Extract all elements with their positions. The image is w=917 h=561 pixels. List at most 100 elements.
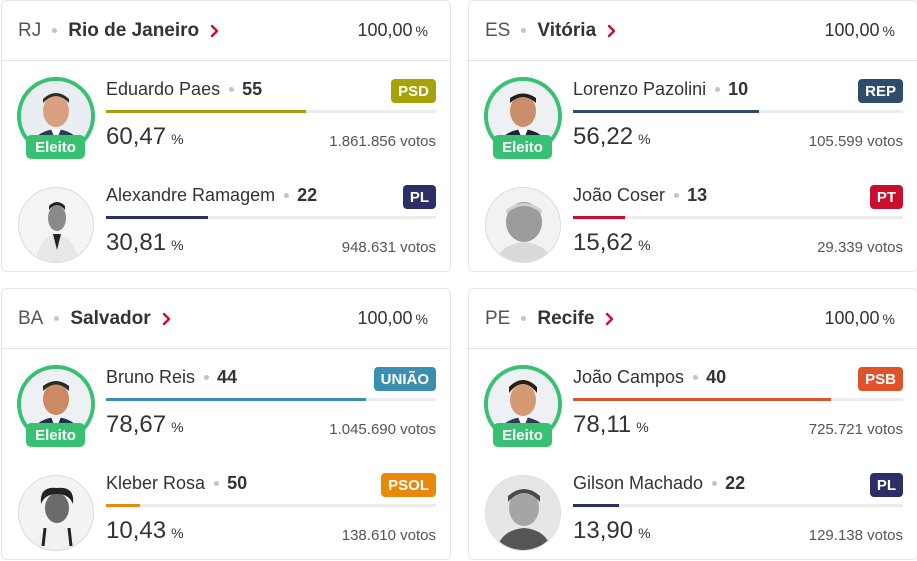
candidate-percent: 56,22% (573, 123, 651, 150)
separator-dot (52, 28, 58, 33)
party-badge: REP (858, 79, 903, 103)
candidate-percent: 13,90% (573, 517, 651, 544)
chevron-right-icon[interactable] (209, 24, 220, 38)
separator-dot (204, 375, 210, 380)
card-header[interactable]: ES Vitória 100,00% (469, 1, 917, 61)
vote-bar (573, 110, 903, 113)
vote-bar (573, 216, 903, 219)
elected-badge: Eleito (26, 135, 85, 159)
candidate-row: Eleito Eduardo Paes 55 PSD 60,47% 1.861.… (2, 73, 452, 173)
candidate-row: Alexandre Ramagem 22 PL 30,81% 948.631 v… (2, 179, 452, 279)
candidate-percent: 60,47% (106, 123, 184, 150)
candidate-number: 22 (297, 185, 318, 205)
counted-percent: 100,00% (824, 308, 895, 328)
candidate-number: 13 (687, 185, 708, 205)
candidate-name: João Coser (573, 185, 666, 205)
chevron-right-icon[interactable] (161, 312, 172, 326)
state-code: BA (18, 307, 44, 329)
state-code: PE (485, 307, 511, 329)
city-card-salvador: BA Salvador 100,00% Eleito Bruno Reis 44… (1, 288, 451, 560)
vote-bar-fill (106, 216, 208, 219)
separator-dot (521, 28, 527, 33)
separator-dot (54, 316, 60, 321)
card-header[interactable]: BA Salvador 100,00% (2, 289, 450, 349)
elected-badge: Eleito (26, 423, 85, 447)
vote-count: 105.599 votos (808, 133, 903, 150)
candidate-number: 10 (728, 79, 749, 99)
candidate-number: 50 (227, 473, 248, 493)
avatar (485, 475, 561, 551)
separator-dot (693, 375, 699, 380)
separator-dot (284, 193, 290, 198)
avatar (18, 187, 94, 263)
vote-bar (106, 216, 436, 219)
state-code: RJ (18, 19, 42, 41)
candidate-percent: 10,43% (106, 517, 184, 544)
candidate-row: Eleito Lorenzo Pazolini 10 REP 56,22% 10… (469, 73, 917, 173)
vote-count: 129.138 votos (808, 527, 903, 544)
vote-bar (106, 110, 436, 113)
vote-count: 725.721 votos (808, 421, 903, 438)
candidate-number: 44 (217, 367, 238, 387)
separator-dot (229, 87, 235, 92)
candidate-name: Bruno Reis (106, 367, 196, 387)
city-card-recife: PE Recife 100,00% Eleito João Campos 40 … (468, 288, 917, 560)
candidate-name: João Campos (573, 367, 685, 387)
candidate-number: 22 (725, 473, 746, 493)
party-badge: PSB (858, 367, 903, 391)
avatar (18, 475, 94, 551)
state-code: ES (485, 19, 511, 41)
party-badge: PL (402, 185, 436, 209)
counted-percent: 100,00% (357, 20, 428, 40)
vote-count: 29.339 votos (817, 239, 903, 256)
chevron-right-icon[interactable] (606, 24, 617, 38)
elected-badge: Eleito (493, 423, 552, 447)
party-badge: PSOL (381, 473, 436, 497)
counted-percent: 100,00% (357, 308, 428, 328)
candidate-name: Gilson Machado (573, 473, 704, 493)
candidate-number: 40 (706, 367, 727, 387)
candidate-row: Kleber Rosa 50 PSOL 10,43% 138.610 votos (2, 467, 452, 561)
vote-count: 1.861.856 votos (329, 133, 436, 150)
candidate-number: 55 (242, 79, 263, 99)
card-header[interactable]: RJ Rio de Janeiro 100,00% (2, 1, 450, 61)
party-badge: UNIÃO (373, 367, 436, 391)
card-header[interactable]: PE Recife 100,00% (469, 289, 917, 349)
candidate-name: Eduardo Paes (106, 79, 221, 99)
vote-count: 1.045.690 votos (329, 421, 436, 438)
elected-badge: Eleito (493, 135, 552, 159)
vote-bar (573, 504, 903, 507)
candidate-row: Eleito Bruno Reis 44 UNIÃO 78,67% 1.045.… (2, 361, 452, 461)
vote-bar-fill (573, 398, 831, 401)
avatar (485, 187, 561, 263)
city-name[interactable]: Salvador (70, 308, 150, 330)
candidate-percent: 78,67% (106, 411, 184, 438)
vote-bar (106, 398, 436, 401)
city-name[interactable]: Recife (537, 308, 594, 330)
city-name[interactable]: Vitória (537, 20, 596, 42)
separator-dot (674, 193, 680, 198)
city-card-vitoria: ES Vitória 100,00% Eleito Lorenzo Pazoli… (468, 0, 917, 272)
candidate-percent: 15,62% (573, 229, 651, 256)
party-badge: PL (869, 473, 903, 497)
candidate-percent: 78,11% (573, 411, 649, 438)
chevron-right-icon[interactable] (604, 312, 615, 326)
separator-dot (712, 481, 718, 486)
city-name[interactable]: Rio de Janeiro (68, 20, 199, 42)
vote-bar-fill (573, 504, 619, 507)
vote-bar (106, 504, 436, 507)
party-badge: PSD (391, 79, 436, 103)
candidate-name: Lorenzo Pazolini (573, 79, 707, 99)
candidate-row: Gilson Machado 22 PL 13,90% 129.138 voto… (469, 467, 917, 561)
vote-bar-fill (106, 110, 306, 113)
separator-dot (521, 316, 527, 321)
vote-bar-fill (573, 216, 625, 219)
counted-percent: 100,00% (824, 20, 895, 40)
candidate-row: Eleito João Campos 40 PSB 78,11% 725.721… (469, 361, 917, 461)
candidate-percent: 30,81% (106, 229, 184, 256)
city-card-rio-de-janeiro: RJ Rio de Janeiro 100,00% Eleito Eduardo… (1, 0, 451, 272)
vote-bar (573, 398, 903, 401)
party-badge: PT (869, 185, 903, 209)
candidate-name: Alexandre Ramagem (106, 185, 276, 205)
separator-dot (214, 481, 220, 486)
